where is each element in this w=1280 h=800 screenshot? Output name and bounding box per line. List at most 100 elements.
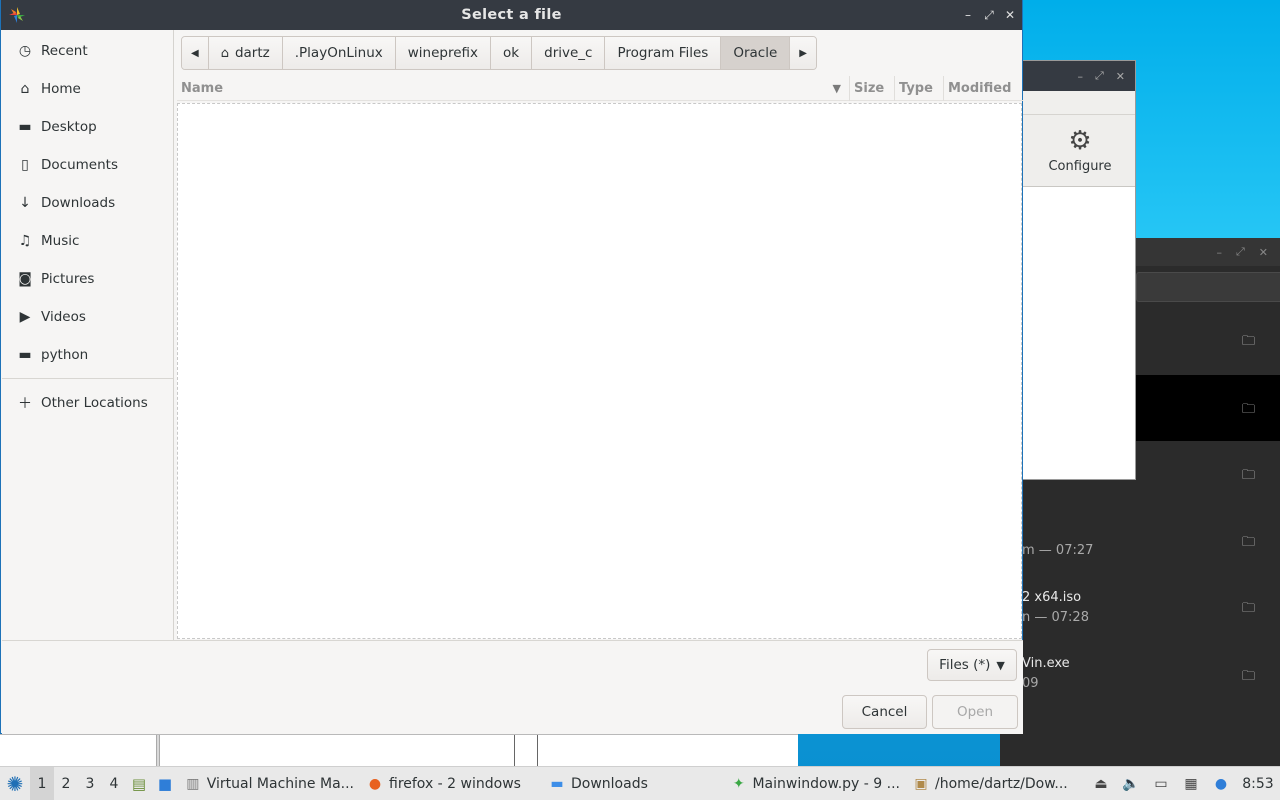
folder-icon: ▬	[18, 347, 32, 363]
gear-icon: ⚙	[1068, 126, 1092, 156]
workspace-2[interactable]: 2	[54, 767, 78, 800]
workspace-label: 4	[109, 775, 119, 792]
workspace-label: 1	[37, 775, 47, 792]
sidebar-item-recent[interactable]: ◷ Recent	[2, 32, 173, 70]
workspace-3[interactable]: 3	[78, 767, 102, 800]
folder-icon[interactable]: 🗀	[1242, 466, 1258, 483]
cancel-label: Cancel	[861, 704, 908, 720]
minimize-icon[interactable]: –	[1216, 246, 1222, 259]
task-label: Downloads	[571, 775, 648, 792]
path-crumb-label: wineprefix	[407, 45, 479, 61]
maximize-icon[interactable]: ⤢	[1095, 69, 1104, 83]
folder-icon[interactable]: 🗀	[1242, 332, 1258, 349]
clock[interactable]: 8:53	[1236, 776, 1280, 792]
places-sidebar: ◷ Recent ⌂ Home ▬ Desktop ▯ Documents ↓ …	[2, 30, 174, 640]
sidebar-item-pictures[interactable]: ◙ Pictures	[2, 260, 173, 298]
path-crumb-home[interactable]: ⌂ dartz	[208, 37, 283, 69]
show-desktop-button[interactable]: ■	[152, 767, 178, 800]
playonlinux-icon: ✦	[732, 775, 745, 792]
sidebar-item-music[interactable]: ♫ Music	[2, 222, 173, 260]
folder-icon[interactable]: 🗀	[1242, 533, 1258, 550]
open-button[interactable]: Open	[932, 695, 1018, 729]
dialog-titlebar[interactable]: Select a file – ⤢ ✕	[1, 0, 1022, 30]
sidebar-item-desktop[interactable]: ▬ Desktop	[2, 108, 173, 146]
background-file-subtitle: n — 07:28	[1022, 610, 1089, 625]
task-firefox[interactable]: ● firefox - 2 windows	[360, 767, 542, 800]
chevron-right-icon: ▶	[799, 47, 807, 59]
task-label: Mainwindow.py - 9 ...	[752, 775, 900, 792]
workspace-4[interactable]: 4	[102, 767, 126, 800]
sidebar-item-label: Home	[41, 81, 81, 97]
folder-icon[interactable]: 🗀	[1242, 400, 1258, 417]
background-selected-row[interactable]	[1136, 375, 1280, 441]
chevron-down-icon: ▼	[996, 658, 1005, 672]
system-tray: ⏏ 🔈 ▭ ▦ ● 8:53	[1086, 767, 1280, 800]
sidebar-item-documents[interactable]: ▯ Documents	[2, 146, 173, 184]
path-crumb-current[interactable]: Oracle	[721, 37, 791, 69]
sidebar-divider	[2, 378, 173, 379]
task-downloads[interactable]: ▬ Downloads	[542, 767, 724, 800]
configure-label: Configure	[1048, 159, 1112, 174]
background-file-subtitle: 09	[1022, 676, 1039, 691]
path-crumb[interactable]: drive_c	[532, 37, 606, 69]
maximize-icon[interactable]: ⤢	[980, 6, 998, 24]
path-crumb-label: .PlayOnLinux	[294, 45, 383, 61]
documents-icon: ▯	[21, 157, 29, 173]
clipboard-icon[interactable]: ▭	[1146, 767, 1176, 800]
workspace-1[interactable]: 1	[30, 766, 54, 800]
divider	[514, 735, 538, 767]
sidebar-item-home[interactable]: ⌂ Home	[2, 70, 173, 108]
background-file-subtitle: m — 07:27	[1022, 543, 1094, 558]
close-icon[interactable]: ✕	[1116, 70, 1125, 83]
home-icon: ⌂	[220, 45, 229, 61]
network-icon[interactable]: ▦	[1176, 767, 1206, 800]
task-mainwindow[interactable]: ✦ Mainwindow.py - 9 ...	[724, 767, 906, 800]
notification-icon[interactable]: ●	[1206, 767, 1236, 800]
task-virt-manager[interactable]: ▥ Virtual Machine Ma...	[178, 767, 360, 800]
path-crumb[interactable]: ok	[491, 37, 533, 69]
workspace-label: 2	[61, 775, 71, 792]
minimize-icon[interactable]: –	[1077, 70, 1083, 83]
folder-icon[interactable]: 🗀	[1242, 667, 1258, 684]
minimize-icon[interactable]: –	[959, 6, 977, 24]
file-filter-dropdown[interactable]: Files (*) ▼	[927, 649, 1017, 681]
sidebar-item-label: Desktop	[41, 119, 97, 135]
column-label: Name	[181, 80, 224, 96]
column-header-name[interactable]: Name ▼	[177, 75, 850, 101]
path-scroll-right-button[interactable]: ▶	[790, 37, 816, 69]
task-label: Virtual Machine Ma...	[206, 775, 354, 792]
eject-icon[interactable]: ⏏	[1086, 767, 1116, 800]
sidebar-item-label: python	[41, 347, 89, 363]
volume-icon[interactable]: 🔈	[1116, 767, 1146, 800]
sidebar-item-downloads[interactable]: ↓ Downloads	[2, 184, 173, 222]
file-list: Name ▼ Size Type Modified	[177, 75, 1023, 640]
column-header-type[interactable]: Type	[895, 75, 944, 101]
path-crumb[interactable]: .PlayOnLinux	[282, 37, 396, 69]
background-file-name[interactable]: 2 x64.iso	[1022, 590, 1081, 605]
background-search-input[interactable]	[1136, 272, 1280, 302]
path-crumb[interactable]: wineprefix	[395, 37, 492, 69]
path-scroll-left-button[interactable]: ◀	[182, 37, 209, 69]
task-label: firefox - 2 windows	[389, 775, 521, 792]
cancel-button[interactable]: Cancel	[842, 695, 927, 729]
close-icon[interactable]: ✕	[1001, 6, 1019, 24]
file-list-area[interactable]	[177, 103, 1022, 639]
sidebar-item-other-locations[interactable]: ＋ Other Locations	[2, 384, 173, 422]
start-menu-button[interactable]: ✺	[0, 767, 30, 800]
file-manager-launcher[interactable]: ▤	[126, 767, 152, 800]
filter-label: Files (*)	[939, 657, 991, 673]
column-header-size[interactable]: Size	[850, 75, 895, 101]
maximize-icon[interactable]: ⤢	[1236, 245, 1245, 259]
sidebar-item-label: Documents	[41, 157, 118, 173]
task-archive[interactable]: ▣ /home/dartz/Dow...	[906, 767, 1078, 800]
column-label: Modified	[948, 80, 1012, 96]
download-icon: ↓	[19, 195, 31, 211]
sidebar-item-videos[interactable]: ▶ Videos	[2, 298, 173, 336]
sidebar-item-python[interactable]: ▬ python	[2, 336, 173, 374]
close-icon[interactable]: ✕	[1259, 246, 1268, 259]
background-file-name[interactable]: Vin.exe	[1022, 656, 1070, 671]
path-crumb[interactable]: Program Files	[605, 37, 722, 69]
folder-icon[interactable]: 🗀	[1242, 599, 1258, 616]
column-header-modified[interactable]: Modified	[944, 76, 1023, 101]
plus-icon: ＋	[18, 396, 32, 412]
